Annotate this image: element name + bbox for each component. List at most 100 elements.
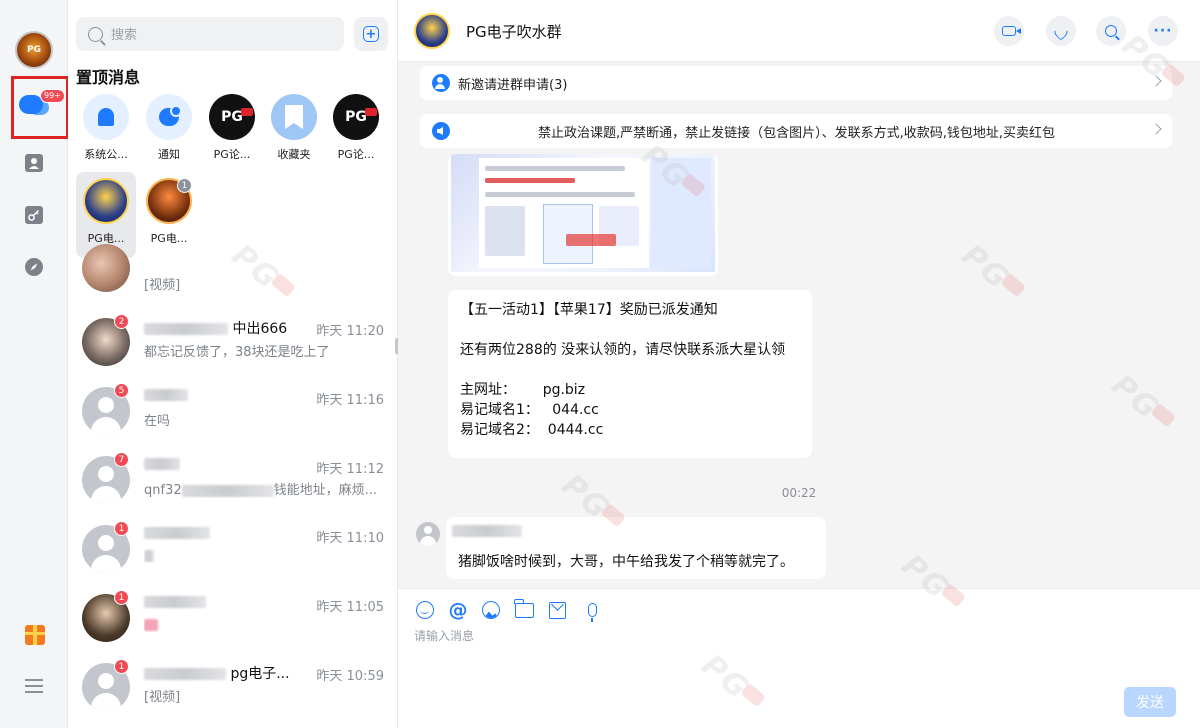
at-icon: @ xyxy=(448,598,468,621)
unread-badge: 5 xyxy=(114,383,129,398)
conversation-time: 昨天 10:59 xyxy=(316,669,384,684)
rail-contacts[interactable] xyxy=(14,143,54,183)
search-chat-button[interactable] xyxy=(1096,16,1126,46)
conversation-name xyxy=(144,594,206,610)
more-icon: ··· xyxy=(1153,23,1173,39)
conversation-time: 昨天 11:12 xyxy=(316,462,384,477)
blurred-sender-name xyxy=(452,525,522,537)
avatar-text: PG xyxy=(27,45,41,55)
voice-call-button[interactable] xyxy=(1046,16,1076,46)
search-icon xyxy=(88,26,103,42)
message-input[interactable] xyxy=(414,627,1184,677)
compass-icon xyxy=(25,258,43,276)
conversation-list-panel: + 置顶消息 系统公... 通知 PG PG论... 收藏夹 PG PG论...… xyxy=(68,0,398,728)
conversation-item[interactable]: 2 中出666 昨天 11:20 都忘记反馈了，38块还是吃上了 xyxy=(68,314,388,382)
voice-button[interactable] xyxy=(581,599,603,622)
image-icon xyxy=(482,601,500,619)
invite-request-text: 新邀请进群申请(3) xyxy=(458,77,568,93)
image-button[interactable] xyxy=(480,599,502,621)
chat-main: PG电子吹水群 ··· 新邀请进群申请(3) 禁止政治课题,严禁断通，禁止发链接… xyxy=(398,0,1200,728)
conversation-preview: 都忘记反馈了，38块还是吃上了 xyxy=(144,345,330,360)
icon-rail: PG 99+ xyxy=(0,0,69,728)
rail-discover[interactable] xyxy=(14,247,54,287)
send-button[interactable]: 发送 xyxy=(1124,687,1176,717)
announcement-text: 禁止政治课题,严禁断通，禁止发链接（包含图片）、发联系方式,收款码,钱包地址,买… xyxy=(538,125,1056,141)
conversation-time: 昨天 11:16 xyxy=(316,393,384,408)
conversation-item[interactable]: 1 昨天 11:05 xyxy=(68,590,388,658)
emoji-button[interactable] xyxy=(414,599,436,621)
conversation-preview: [视频] xyxy=(144,278,181,293)
notice-icon xyxy=(146,94,192,140)
group-avatar[interactable] xyxy=(414,13,450,49)
phone-icon xyxy=(1051,21,1071,41)
conversation-name xyxy=(144,456,180,472)
conversation-preview: qnf32 钱能地址，麻烦... xyxy=(144,483,378,498)
conversation-item[interactable]: 1 昨天 11:10 xyxy=(68,521,388,589)
unread-badge: 1 xyxy=(177,178,192,193)
key-icon xyxy=(25,206,43,224)
group-avatar xyxy=(83,178,129,224)
conversation-item[interactable]: 7 昨天 11:12 qnf32 钱能地址，麻烦... xyxy=(68,452,388,520)
time-separator: 00:22 xyxy=(781,486,817,500)
message-line: 还有两位288的 没来认领的，请尽快联系派大星认领 xyxy=(460,342,786,358)
chat-app-window: PG 99+ + 置顶消息 系统公... xyxy=(0,0,1200,728)
announcement-bar[interactable]: 禁止政治课题,严禁断通，禁止发链接（包含图片）、发联系方式,收款码,钱包地址,买… xyxy=(420,114,1172,148)
folder-icon xyxy=(513,598,534,618)
blurred-name xyxy=(144,323,228,335)
pinned-pg-forum-2[interactable]: PG PG论... xyxy=(326,94,386,162)
search-input[interactable] xyxy=(111,26,311,42)
rail-tools[interactable] xyxy=(14,195,54,235)
bookmark-icon xyxy=(271,94,317,140)
message-line: 主网址： pg.biz xyxy=(460,382,586,398)
mention-button[interactable]: @ xyxy=(447,599,469,621)
pinned-system-notice[interactable]: 系统公... xyxy=(76,94,136,162)
mic-icon xyxy=(587,603,597,622)
video-call-button[interactable] xyxy=(994,16,1024,46)
search-box[interactable] xyxy=(76,17,344,51)
pinned-pg-group-2[interactable]: 1 PG电... xyxy=(139,178,199,246)
file-button[interactable] xyxy=(513,598,535,621)
chat-bubbles-icon: 99+ xyxy=(19,89,65,116)
text-message[interactable]: 猪脚饭啥时候到，大哥，中午给我发了个稍等就完了。 xyxy=(446,517,826,579)
conversation-time: 昨天 11:10 xyxy=(316,531,384,546)
pinned-label: 系统公... xyxy=(84,148,128,161)
image-message[interactable] xyxy=(448,154,718,276)
invite-request-bar[interactable]: 新邀请进群申请(3) xyxy=(420,66,1172,100)
pinned-label: PG论... xyxy=(213,148,251,161)
announcement-message[interactable]: 【五一活动1】【苹果17】奖励已派发通知 还有两位288的 没来认领的，请尽快联… xyxy=(448,290,812,458)
message-line: 【五一活动1】【苹果17】奖励已派发通知 xyxy=(460,302,718,318)
sender-avatar[interactable] xyxy=(416,522,440,546)
mail-button[interactable] xyxy=(546,599,568,621)
conversation-preview xyxy=(144,617,378,632)
conversation-item[interactable]: 5 昨天 11:16 在吗 xyxy=(68,383,388,451)
contact-card-icon xyxy=(25,154,43,172)
conversation-name: pg电子... xyxy=(144,663,290,683)
blurred-name xyxy=(144,458,180,470)
my-avatar[interactable]: PG xyxy=(15,31,53,69)
pinned-notifications[interactable]: 通知 xyxy=(139,94,199,162)
conversation-item[interactable]: [视频] xyxy=(68,244,388,312)
chevron-right-icon xyxy=(1150,123,1162,135)
message-composer: @ 发送 xyxy=(398,588,1200,728)
blurred-name xyxy=(144,596,206,608)
unread-badge: 1 xyxy=(114,659,129,674)
menu-icon[interactable] xyxy=(25,679,43,693)
plus-icon: + xyxy=(363,26,379,42)
blurred-name xyxy=(144,527,210,539)
pinned-pg-forum-1[interactable]: PG PG论... xyxy=(202,94,262,162)
new-chat-button[interactable]: + xyxy=(354,17,388,51)
bell-icon xyxy=(83,94,129,140)
chevron-right-icon xyxy=(1150,75,1162,87)
conversation-item[interactable]: 1 pg电子... 昨天 10:59 [视频] xyxy=(68,659,388,727)
unread-badge: 7 xyxy=(114,452,129,467)
rail-messages[interactable]: 99+ xyxy=(14,84,65,124)
unread-badge: 99+ xyxy=(40,89,65,103)
group-avatar: 1 xyxy=(146,178,192,224)
mail-icon xyxy=(548,601,566,619)
unread-badge: 1 xyxy=(114,521,129,536)
conversation-name xyxy=(144,525,210,541)
more-button[interactable]: ··· xyxy=(1148,16,1178,46)
search-icon xyxy=(1105,25,1117,37)
pinned-favorites[interactable]: 收藏夹 xyxy=(264,94,324,162)
gift-icon[interactable] xyxy=(25,625,45,645)
